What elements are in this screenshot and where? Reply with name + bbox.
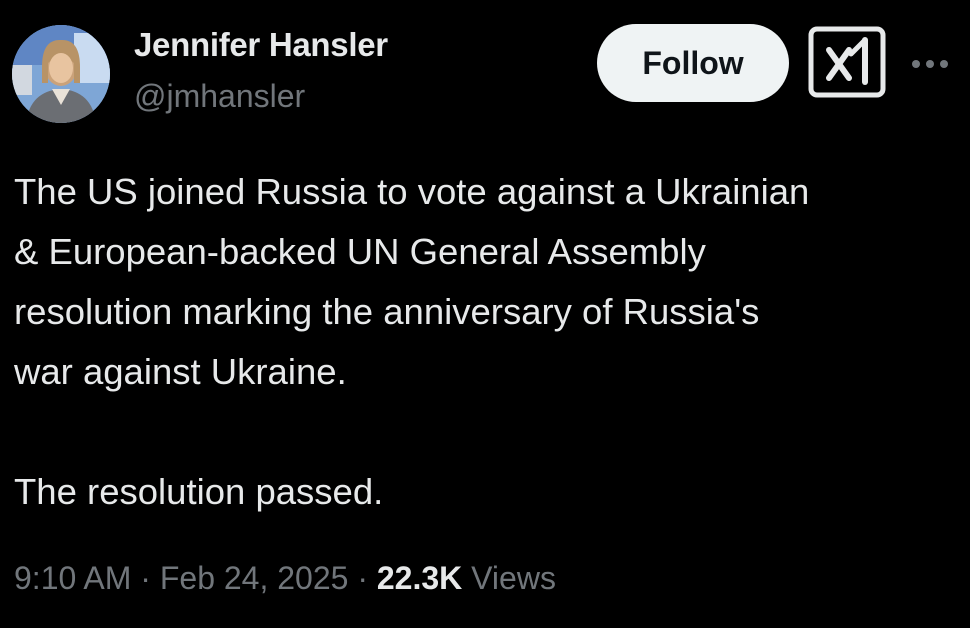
avatar-photo xyxy=(12,25,110,123)
tweet-text-line: war against Ukraine. xyxy=(14,351,347,392)
more-options-button[interactable] xyxy=(905,44,955,84)
more-horizontal-icon xyxy=(912,60,948,68)
tweet: Jennifer Hansler @jmhansler Follow The U… xyxy=(0,0,970,628)
tweet-time[interactable]: 9:10 AM xyxy=(14,560,131,596)
tweet-meta: 9:10 AM · Feb 24, 2025 · 22.3K Views xyxy=(14,560,556,597)
tweet-text-line: & European-backed UN General Assembly xyxy=(14,231,706,272)
author-handle[interactable]: @jmhansler xyxy=(134,78,305,115)
avatar[interactable] xyxy=(12,25,110,123)
meta-separator: · xyxy=(140,560,151,596)
views-label: Views xyxy=(471,560,556,596)
meta-separator: · xyxy=(357,560,368,596)
tweet-text-line: resolution marking the anniversary of Ru… xyxy=(14,291,760,332)
tweet-text-line: The resolution passed. xyxy=(14,471,384,512)
author-display-name[interactable]: Jennifer Hansler xyxy=(134,26,388,64)
views-count[interactable]: 22.3K xyxy=(377,560,462,596)
tweet-date[interactable]: Feb 24, 2025 xyxy=(160,560,349,596)
follow-button[interactable]: Follow xyxy=(597,24,789,102)
tweet-text-line: The US joined Russia to vote against a U… xyxy=(14,171,810,212)
tweet-text: The US joined Russia to vote against a U… xyxy=(14,162,964,522)
grok-button[interactable] xyxy=(807,26,887,98)
grok-icon xyxy=(808,26,886,98)
